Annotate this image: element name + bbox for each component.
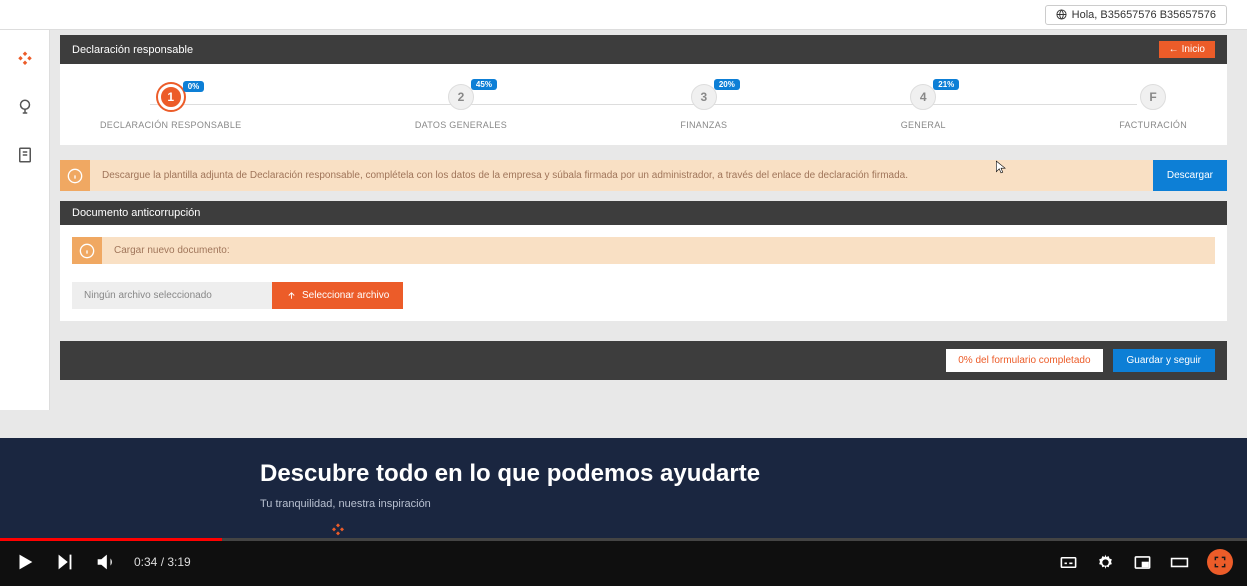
info-icon-box [60,160,90,191]
logo-icon[interactable] [16,50,34,73]
miniplayer-icon [1133,553,1152,572]
theater-icon [1170,553,1189,572]
subtitles-button[interactable] [1059,553,1078,572]
step-1[interactable]: 1 0% DECLARACIÓN RESPONSABLE [100,84,241,130]
step-circle-4: 4 21% [910,84,936,110]
section-header-anticorrupcion: Documento anticorrupción [60,201,1227,225]
globe-icon [1056,9,1067,20]
step-2[interactable]: 2 45% DATOS GENERALES [415,84,507,130]
step-circle-f: F [1140,84,1166,110]
hero-section: Descubre todo en lo que podemos ayudarte… [0,438,1247,538]
guardar-button[interactable]: Guardar y seguir [1113,349,1215,372]
step-circle-2: 2 45% [448,84,474,110]
settings-button[interactable] [1096,553,1115,572]
inicio-button[interactable]: ←Inicio [1159,41,1215,58]
stepper-line [150,104,1137,105]
info-text: Descargue la plantilla adjunta de Declar… [90,160,1153,191]
step-badge: 0% [183,81,205,92]
step-badge: 20% [714,79,740,90]
step-circle-3: 3 20% [691,84,717,110]
stepper: 1 0% DECLARACIÓN RESPONSABLE 2 45% DATOS… [60,64,1227,145]
step-label: GENERAL [901,120,946,130]
next-button[interactable] [54,551,76,573]
file-name-display: Ningún archivo seleccionado [72,282,272,309]
video-player-bar: 0:34 / 3:19 [0,538,1247,586]
gear-icon [1096,553,1115,572]
step-circle-1: 1 0% [158,84,184,110]
descargar-button[interactable]: Descargar [1153,160,1227,191]
sidebar-nav-badge[interactable] [16,98,34,121]
step-label: DECLARACIÓN RESPONSABLE [100,120,241,130]
video-time: 0:34 / 3:19 [134,555,191,569]
miniplayer-button[interactable] [1133,553,1152,572]
upload-banner: Cargar nuevo documento: [72,237,1215,264]
hero-subtitle: Tu tranquilidad, nuestra inspiración [260,498,1247,510]
greeting-text: Hola, B35657576 B35657576 [1072,9,1216,21]
completion-badge: 0% del formulario completado [946,349,1102,372]
upload-text: Cargar nuevo documento: [102,237,1215,264]
volume-icon [94,551,116,573]
step-3[interactable]: 3 20% FINANZAS [680,84,727,130]
step-badge: 21% [933,79,959,90]
file-row: Ningún archivo seleccionado Seleccionar … [72,282,1215,309]
top-bar: Hola, B35657576 B35657576 [0,0,1247,30]
step-label: FACTURACIÓN [1119,120,1187,130]
main-content: Declaración responsable ←Inicio 1 0% DEC… [60,35,1227,380]
volume-button[interactable] [94,551,116,573]
step-badge: 45% [471,79,497,90]
step-4[interactable]: 4 21% GENERAL [901,84,946,130]
upload-panel: Cargar nuevo documento: Ningún archivo s… [60,225,1227,321]
video-progress-track[interactable] [0,538,1247,541]
sidebar-nav-doc[interactable] [16,146,34,169]
video-progress-fill [0,538,222,541]
section-title-2: Documento anticorrupción [72,207,200,219]
fullscreen-icon [1213,555,1227,569]
upload-icon-box [72,237,102,264]
sidebar [0,30,50,410]
play-button[interactable] [14,551,36,573]
section-header-declaracion: Declaración responsable ←Inicio [60,35,1227,64]
next-icon [54,551,76,573]
upload-icon [286,290,297,301]
step-label: DATOS GENERALES [415,120,507,130]
info-banner: Descargue la plantilla adjunta de Declar… [60,160,1227,191]
info-icon [67,168,83,184]
fullscreen-button[interactable] [1207,549,1233,575]
step-label: FINANZAS [680,120,727,130]
subtitles-icon [1059,553,1078,572]
footer-bar: 0% del formulario completado Guardar y s… [60,341,1227,380]
select-file-button[interactable]: Seleccionar archivo [272,282,403,309]
info-icon [79,243,95,259]
play-icon [14,551,36,573]
theater-button[interactable] [1170,553,1189,572]
hero-title: Descubre todo en lo que podemos ayudarte [260,460,1247,488]
section-title: Declaración responsable [72,44,193,56]
step-f[interactable]: F FACTURACIÓN [1119,84,1187,130]
user-greeting[interactable]: Hola, B35657576 B35657576 [1045,5,1227,25]
